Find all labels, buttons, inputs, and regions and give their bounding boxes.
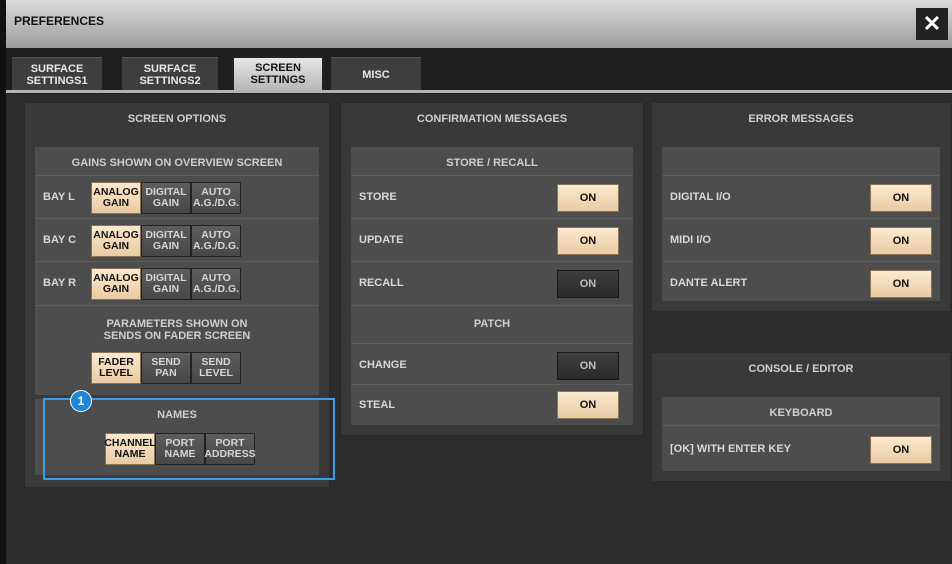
update-toggle[interactable]: ON (557, 227, 619, 255)
parameters-title: PARAMETERS SHOWN ON SENDS ON FADER SCREE… (103, 318, 251, 342)
console-editor-panel: CONSOLE / EDITOR KEYBOARD [OK] WITH ENTE… (651, 352, 951, 482)
midi-io-row: MIDI I/O ON (662, 218, 940, 261)
tab-strip: SURFACE SETTINGS1 SURFACE SETTINGS2 SCRE… (6, 48, 952, 94)
steal-toggle[interactable]: ON (557, 391, 619, 419)
keyboard-section: KEYBOARD [OK] WITH ENTER KEY ON (662, 397, 940, 471)
row-label: BAY L (43, 191, 75, 203)
tab-screen-settings[interactable]: SCREEN SETTINGS (232, 56, 324, 92)
analog-gain-button[interactable]: ANALOG GAIN (91, 182, 141, 214)
gain-row-bay-r: BAY R ANALOG GAIN DIGITAL GAIN AUTO A.G.… (35, 261, 319, 304)
gains-title: GAINS SHOWN ON OVERVIEW SCREEN (71, 157, 283, 169)
row-label: STEAL (359, 399, 396, 411)
preferences-window: PREFERENCES ✕ SURFACE SETTINGS1 SURFACE … (6, 0, 952, 564)
store-toggle[interactable]: ON (557, 184, 619, 212)
error-messages-panel: ERROR MESSAGES DIGITAL I/O ON MIDI I/O O… (651, 102, 951, 312)
patch-header-row: PATCH (351, 305, 633, 340)
dante-alert-row: DANTE ALERT ON (662, 261, 940, 302)
digital-io-row: DIGITAL I/O ON (662, 175, 940, 218)
auto-gain-button[interactable]: AUTO A.G./D.G. (191, 268, 241, 300)
row-label: STORE (359, 191, 397, 203)
change-toggle[interactable]: ON (557, 352, 619, 380)
title-bar: PREFERENCES ✕ (6, 0, 952, 48)
store-row: STORE ON (351, 175, 633, 218)
error-section: DIGITAL I/O ON MIDI I/O ON DANTE ALERT O… (662, 147, 940, 301)
enter-key-toggle[interactable]: ON (870, 436, 932, 464)
patch-title: PATCH (473, 318, 511, 330)
dante-alert-toggle[interactable]: ON (870, 270, 932, 298)
send-pan-button[interactable]: SEND PAN (141, 352, 191, 384)
error-messages-title: ERROR MESSAGES (748, 113, 854, 125)
row-label: UPDATE (359, 234, 404, 246)
row-label: BAY C (43, 234, 77, 246)
gain-row-bay-l: BAY L ANALOG GAIN DIGITAL GAIN AUTO A.G.… (35, 175, 319, 218)
keyboard-title: KEYBOARD (769, 407, 833, 419)
store-recall-title: STORE / RECALL (446, 157, 538, 169)
tab-surface-settings1[interactable]: SURFACE SETTINGS1 (12, 57, 102, 92)
fader-level-button[interactable]: FADER LEVEL (91, 352, 141, 384)
digital-gain-button[interactable]: DIGITAL GAIN (141, 225, 191, 257)
close-icon: ✕ (922, 11, 942, 36)
digital-io-toggle[interactable]: ON (870, 184, 932, 212)
gains-section: GAINS SHOWN ON OVERVIEW SCREEN BAY L ANA… (35, 147, 319, 395)
analog-gain-button[interactable]: ANALOG GAIN (91, 225, 141, 257)
enter-key-row: [OK] WITH ENTER KEY ON (662, 425, 940, 472)
digital-gain-button[interactable]: DIGITAL GAIN (141, 268, 191, 300)
row-label: DANTE ALERT (670, 277, 748, 289)
recall-toggle[interactable]: ON (557, 270, 619, 298)
row-label: BAY R (43, 277, 77, 289)
row-label: CHANGE (359, 359, 407, 371)
tab-surface-settings2[interactable]: SURFACE SETTINGS2 (122, 57, 218, 92)
update-row: UPDATE ON (351, 218, 633, 261)
tab-underline (6, 90, 952, 93)
auto-gain-button[interactable]: AUTO A.G./D.G. (191, 182, 241, 214)
steal-row: STEAL ON (351, 384, 633, 425)
callout-number-badge: 1 (70, 390, 92, 412)
row-label: MIDI I/O (670, 234, 711, 246)
console-editor-title: CONSOLE / EDITOR (748, 363, 854, 375)
auto-gain-button[interactable]: AUTO A.G./D.G. (191, 225, 241, 257)
change-row: CHANGE ON (351, 343, 633, 384)
confirmation-section: STORE / RECALL STORE ON UPDATE ON RECALL… (351, 147, 633, 425)
analog-gain-button[interactable]: ANALOG GAIN (91, 268, 141, 300)
parameters-row: PARAMETERS SHOWN ON SENDS ON FADER SCREE… (35, 305, 319, 396)
gain-row-bay-c: BAY C ANALOG GAIN DIGITAL GAIN AUTO A.G.… (35, 218, 319, 261)
send-level-button[interactable]: SEND LEVEL (191, 352, 241, 384)
midi-io-toggle[interactable]: ON (870, 227, 932, 255)
digital-gain-button[interactable]: DIGITAL GAIN (141, 182, 191, 214)
tab-misc[interactable]: MISC (331, 57, 421, 92)
recall-row: RECALL ON (351, 261, 633, 304)
screen-options-title: SCREEN OPTIONS (127, 113, 227, 125)
close-button[interactable]: ✕ (916, 8, 948, 40)
confirmation-messages-panel: CONFIRMATION MESSAGES STORE / RECALL STO… (340, 102, 644, 436)
confirmation-title: CONFIRMATION MESSAGES (416, 113, 568, 125)
row-label: DIGITAL I/O (670, 191, 731, 203)
row-label: [OK] WITH ENTER KEY (670, 443, 791, 455)
row-label: RECALL (359, 277, 404, 289)
window-title: PREFERENCES (14, 14, 105, 28)
